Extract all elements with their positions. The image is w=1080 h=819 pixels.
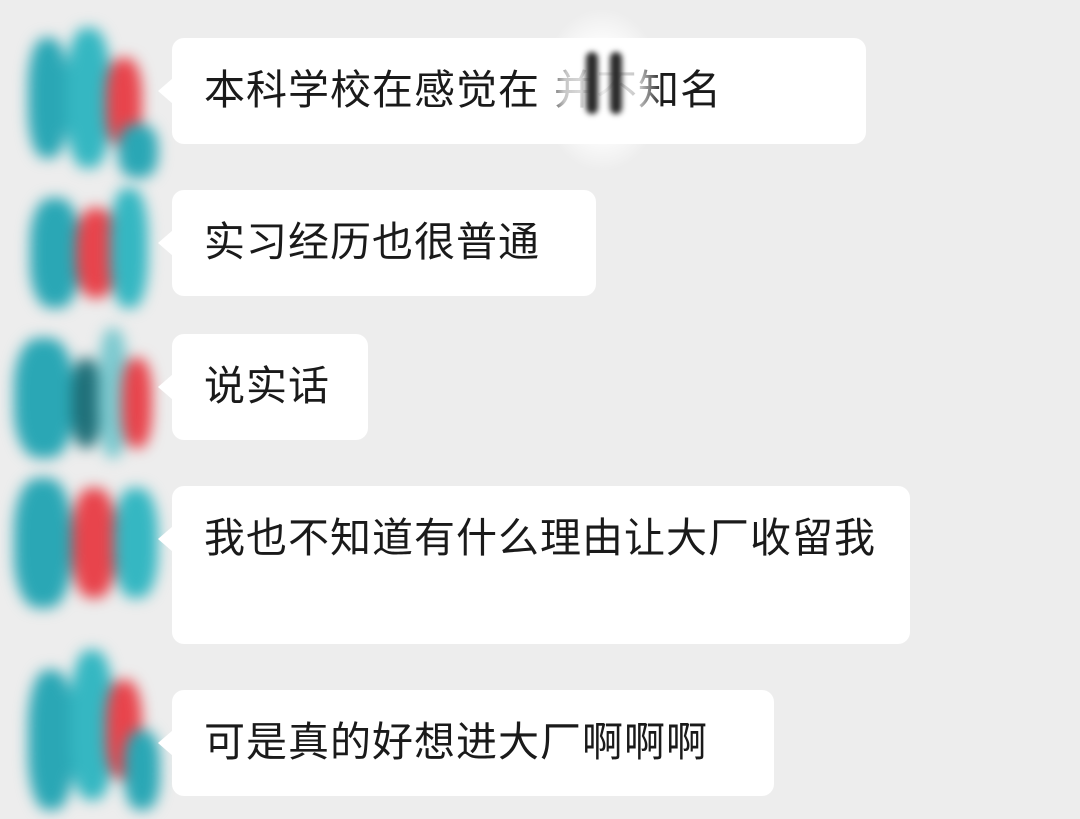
message-bubble[interactable]: 可是真的好想进大厂啊啊啊 [158,690,774,796]
avatar[interactable] [14,28,164,178]
message-bubble[interactable]: 实习经历也很普通 [158,190,596,296]
message-bubble[interactable]: 说实话 [158,334,368,440]
message-text: 本科学校在感觉在 并不知名 [204,66,723,114]
avatar[interactable] [14,468,164,628]
avatar[interactable] [14,318,164,468]
avatar[interactable] [14,178,164,318]
message-bubble[interactable]: 本科学校在感觉在 并不知名 [158,38,866,144]
message-bubble[interactable]: 我也不知道有什么理由让大厂收留我 [158,486,910,644]
message-text: 实习经历也很普通 [204,218,540,266]
avatar[interactable] [14,650,164,819]
message-text: 可是真的好想进大厂啊啊啊 [204,718,708,766]
chat-window: 本科学校在感觉在 并不知名 实习经历也很普通 说实话 我也不知道有什么理由让大厂… [0,0,1080,819]
message-text: 说实话 [204,362,330,410]
message-text: 我也不知道有什么理由让大厂收留我 [204,514,876,562]
